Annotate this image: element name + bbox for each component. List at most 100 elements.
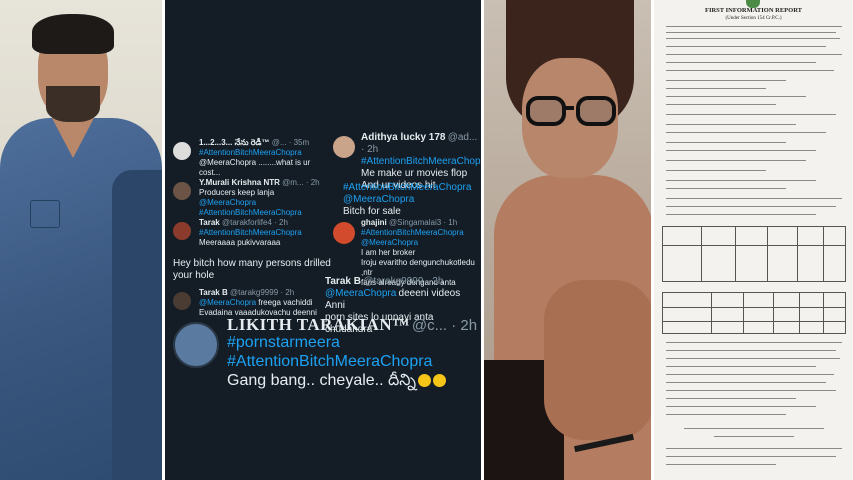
tweet-author: Tarak	[199, 218, 220, 227]
image-collage: 1...2...3... నేను రెడీ™ @... · 35m #Atte…	[0, 0, 853, 480]
text-line	[666, 114, 836, 115]
hashtag: #AttentionBitchMeeraChopra	[361, 156, 481, 167]
tweet-handle: @... · 35m	[271, 138, 310, 147]
tweet-text: Meeraaaa pukivvaraaa	[199, 238, 281, 247]
text-line	[666, 406, 816, 407]
text-line	[666, 142, 786, 143]
text-line	[666, 214, 816, 215]
avatar	[173, 142, 191, 160]
hashtag: #AttentionBitchMeeraChopra	[361, 228, 464, 237]
tweet-author: 1...2...3... నేను రెడీ™	[199, 138, 270, 147]
tweet-text: Hey bitch how many persons drilled your …	[173, 258, 331, 281]
tweet-text: freega vachiddi	[258, 298, 313, 307]
tweet-author: Y.Murali Krishna NTR	[199, 178, 280, 187]
text-line	[666, 96, 806, 97]
tweet-author: Tarak B	[325, 276, 361, 287]
avatar	[173, 292, 191, 310]
text-line	[714, 436, 794, 437]
tweet-author: ghajini	[361, 218, 387, 227]
text-line	[666, 150, 816, 151]
tweet-handle: @tarakg9999 · 2h	[363, 276, 444, 287]
text-line	[666, 46, 826, 47]
text-line	[666, 124, 796, 125]
tweet-handle: @tarakg9999 · 2h	[230, 288, 295, 297]
tweet-text: @MeeraChopra ........what is ur cost...	[199, 158, 311, 177]
tweet-handle: @c... · 2h	[411, 317, 478, 334]
tweet: #AttentionBitchMeeraChopra @MeeraChopra …	[343, 182, 479, 218]
crossed-arm	[544, 280, 651, 440]
avatar	[333, 222, 355, 244]
hashtag: #AttentionBitchMeeraChopra	[199, 208, 302, 217]
glasses-right-lens	[576, 96, 616, 126]
arm	[112, 170, 162, 480]
tweet-text: Bitch for sale	[343, 206, 401, 217]
text-line	[666, 414, 786, 415]
actor-photo	[0, 0, 162, 480]
tweet-handle: @Singamalai3 · 1h	[389, 218, 458, 227]
text-line	[666, 382, 826, 383]
avatar	[173, 322, 219, 368]
tweet: LIKITH TARAKIAN™ @c... · 2h #pornstarmee…	[227, 316, 479, 391]
text-line	[666, 342, 842, 343]
tweets-screenshot: 1...2...3... నేను రెడీ™ @... · 35m #Atte…	[165, 0, 481, 480]
tweet-author: Adithya lucky 178	[361, 132, 446, 143]
document-subtitle: (Under Section 154 Cr.P.C.)	[725, 16, 782, 21]
text-line	[684, 428, 824, 429]
text-line	[666, 80, 786, 81]
document-title: FIRST INFORMATION REPORT	[704, 7, 803, 14]
hashtag: #AttentionBitchMeeraChopra	[199, 228, 302, 237]
tweet-author: LIKITH TARAKIAN™	[227, 315, 410, 334]
tweet-handle: @tarakforlife4 · 2h	[222, 218, 288, 227]
laughing-emoji-icon	[417, 374, 431, 388]
text-line	[666, 104, 776, 105]
document-table	[662, 292, 846, 334]
text-line	[666, 160, 806, 161]
tweet-text: Me make ur movies flop	[361, 168, 468, 179]
shirt-pocket	[30, 200, 60, 228]
text-line	[666, 456, 836, 457]
text-line	[666, 350, 836, 351]
text-line	[666, 366, 816, 367]
tweet-handle: @m... · 2h	[282, 178, 320, 187]
text-line	[666, 54, 842, 55]
hashtag: #AttentionBitchMeeraChopra	[227, 353, 433, 370]
glasses-left-lens	[526, 96, 566, 126]
text-line	[666, 464, 776, 465]
tweet-text: Iroju evaritho dengunchukotledu ,ntr	[361, 258, 475, 277]
avatar	[173, 222, 191, 240]
text-line	[666, 374, 834, 375]
hair	[32, 14, 114, 54]
text-line	[666, 170, 766, 171]
laughing-emoji-icon	[432, 374, 446, 388]
woman-photo	[484, 0, 651, 480]
tweet-author: Tarak B	[199, 288, 228, 297]
text-line	[666, 358, 840, 359]
avatar	[333, 136, 355, 158]
text-line	[666, 132, 826, 133]
tweet: Hey bitch how many persons drilled your …	[173, 258, 333, 282]
mention: @MeeraChopra	[325, 288, 397, 299]
mention: @MeeraChopra	[343, 194, 415, 205]
text-line	[666, 32, 836, 33]
text-line	[666, 198, 842, 199]
hashtag: #AttentionBitchMeeraChopra	[199, 148, 302, 157]
text-line	[666, 62, 816, 63]
text-line	[666, 38, 840, 39]
hashtag: #pornstarmeera	[227, 334, 340, 351]
glasses-bridge	[564, 106, 574, 110]
tweet-text: Producers keep lanja	[199, 188, 275, 197]
tweet: Tarak B @tarakg9999 · 2h @MeeraChopra fr…	[199, 288, 327, 318]
fir-document: FIRST INFORMATION REPORT (Under Section …	[654, 0, 853, 480]
text-line	[666, 188, 786, 189]
tweet-text: I am her broker	[361, 248, 416, 257]
text-line	[666, 70, 834, 71]
text-line	[666, 88, 766, 89]
tweet-text: Gang bang.. cheyale.. దీన్ని	[227, 372, 416, 389]
text-line	[666, 448, 842, 449]
tweet: Y.Murali Krishna NTR @m... · 2h Producer…	[199, 178, 327, 218]
hashtag: #AttentionBitchMeeraChopra	[343, 182, 472, 193]
text-line	[666, 390, 836, 391]
text-line	[666, 206, 836, 207]
document-table	[662, 226, 846, 282]
tweet: Tarak @tarakforlife4 · 2h #AttentionBitc…	[199, 218, 327, 248]
